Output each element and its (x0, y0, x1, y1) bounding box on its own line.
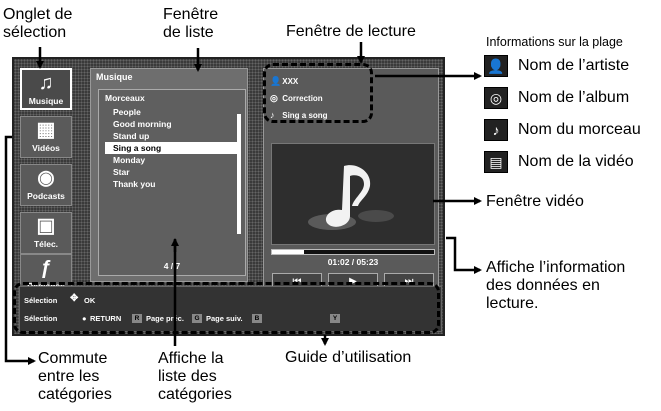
video-window (271, 143, 435, 245)
track-list-title: Morceaux (105, 93, 145, 103)
track-item[interactable]: Thank you (99, 178, 245, 190)
callout-data-info: Affiche l’information des données en lec… (486, 259, 625, 313)
track-item[interactable]: Star (99, 166, 245, 178)
artist-icon: 👤 (484, 55, 508, 77)
callout-data-line2: des données en (486, 277, 600, 294)
legend-album: Nom de l’album (518, 89, 630, 106)
remote-icon: ▣ (36, 215, 56, 237)
category-remote[interactable]: ▣ Télec. (20, 212, 72, 254)
legend-song: Nom du morceau (518, 121, 641, 138)
video-icon: ▤ (484, 151, 508, 173)
callout-tabs-line1: Onglet de (3, 6, 73, 23)
track-list-window: Morceaux People Good morning Stand up Si… (98, 89, 246, 276)
callout-tabs: Onglet de sélection (3, 6, 72, 42)
callout-list-line2: de liste (163, 24, 214, 41)
category-label: Musique (28, 96, 64, 106)
category-label: Télec. (33, 239, 59, 249)
callout-switch-line2: entre les (38, 368, 100, 385)
track-item-selected[interactable]: Sing a song (105, 142, 239, 154)
track-item[interactable]: Stand up (99, 130, 245, 142)
settings-icon: ƒ (40, 257, 52, 279)
category-music[interactable]: ♫ Musique (20, 68, 72, 110)
callout-list-window: Fenêtre de liste (163, 6, 218, 42)
track-item[interactable]: Monday (99, 154, 245, 166)
song-icon: ♪ (484, 119, 508, 141)
callout-shows-line1: Affiche la (158, 350, 224, 367)
legend-video: Nom de la vidéo (518, 153, 634, 170)
category-podcasts[interactable]: ◉ Podcasts (20, 164, 72, 206)
callout-shows-list: Affiche la liste des catégories (158, 350, 232, 404)
music-note-icon (308, 165, 394, 230)
microphone-icon: ◉ (37, 167, 55, 189)
time-readout: 01:02 / 05:23 (327, 257, 379, 267)
callout-info-title: Informations sur la plage (486, 35, 623, 49)
guide-highlight-frame (13, 282, 440, 334)
callout-list-line1: Fenêtre (163, 6, 219, 23)
category-label: Vidéos (32, 143, 60, 153)
callout-playback-window: Fenêtre de lecture (286, 23, 416, 40)
category-label: Podcasts (27, 191, 65, 201)
music-icon: ♫ (38, 72, 54, 94)
callout-tabs-line2: sélection (3, 24, 67, 41)
list-window-title: Musique (96, 72, 133, 82)
legend-artist: Nom de l’artiste (518, 57, 630, 74)
callout-shows-line2: liste des (158, 368, 217, 385)
callout-data-line3: lecture. (486, 295, 539, 312)
callout-switch-categories: Commute entre les catégories (38, 350, 112, 404)
arrow-data-info (446, 236, 482, 274)
album-icon: ◎ (484, 87, 508, 109)
track-item[interactable]: People (99, 106, 245, 118)
callout-switch-line3: catégories (38, 386, 112, 403)
info-highlight-frame (263, 63, 373, 123)
page-counter: 4 / 7 (163, 261, 181, 271)
callout-video-window: Fenêtre vidéo (486, 193, 584, 210)
track-item[interactable]: Good morning (99, 118, 245, 130)
progress-fill (272, 250, 305, 254)
category-videos[interactable]: ▦ Vidéos (20, 116, 72, 158)
list-scrollbar[interactable] (237, 114, 241, 234)
progress-bar[interactable] (271, 249, 435, 255)
film-icon: ▦ (36, 119, 56, 141)
callout-guide: Guide d’utilisation (285, 349, 412, 366)
callout-data-line1: Affiche l’information (486, 259, 626, 276)
callout-shows-line3: catégories (158, 386, 232, 403)
callout-switch-line1: Commute (38, 350, 108, 367)
